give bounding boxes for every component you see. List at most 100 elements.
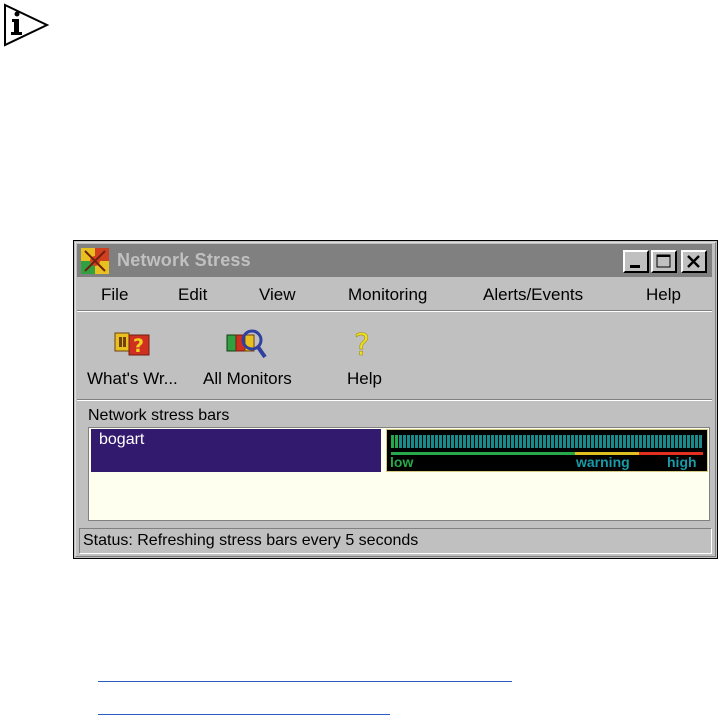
title-bar[interactable]: Network Stress [77, 244, 712, 277]
status-text: Status: Refreshing stress bars every 5 s… [83, 532, 419, 549]
menu-monitoring[interactable]: Monitoring [348, 285, 427, 305]
stress-tick [403, 435, 406, 448]
stress-tick [543, 435, 546, 448]
stress-tick [535, 435, 538, 448]
stress-tick [503, 435, 506, 448]
whats-wrong-label: What's Wr... [87, 369, 178, 388]
stress-tick [695, 435, 698, 448]
stress-bar-ticks [391, 435, 703, 448]
menu-edit[interactable]: Edit [178, 285, 207, 305]
stress-tick [523, 435, 526, 448]
stress-tick [431, 435, 434, 448]
stress-tick [651, 435, 654, 448]
stress-high-label: high [667, 454, 697, 470]
stress-tick [527, 435, 530, 448]
stress-tick [663, 435, 666, 448]
stress-tick [579, 435, 582, 448]
close-icon [687, 255, 700, 268]
stress-low-range [391, 452, 575, 455]
host-row[interactable]: bogart [91, 429, 381, 472]
stress-tick [459, 435, 462, 448]
menu-help[interactable]: Help [646, 285, 681, 305]
stress-tick [463, 435, 466, 448]
stress-warning-label: warning [576, 454, 630, 470]
stress-tick [427, 435, 430, 448]
network-stress-app-icon [81, 248, 109, 274]
stress-tick [539, 435, 542, 448]
stress-tick [675, 435, 678, 448]
stress-tick [591, 435, 594, 448]
stress-tick [667, 435, 670, 448]
svg-text:?: ? [133, 335, 144, 357]
stress-tick [571, 435, 574, 448]
stress-tick [475, 435, 478, 448]
stress-tick [415, 435, 418, 448]
stress-tick [479, 435, 482, 448]
stress-tick [551, 435, 554, 448]
stress-tick [407, 435, 410, 448]
menu-bar: File Edit View Monitoring Alerts/Events … [77, 281, 712, 309]
stress-tick [419, 435, 422, 448]
stress-bar: low warning high [386, 429, 708, 472]
stress-tick [511, 435, 514, 448]
stress-tick [467, 435, 470, 448]
stress-tick [487, 435, 490, 448]
stress-bars-section-label: Network stress bars [88, 407, 230, 424]
toolbar: ? What's Wr... All Monitors ? Help [77, 313, 712, 398]
whats-wrong-icon: ? [114, 332, 150, 357]
help-label: Help [347, 369, 382, 388]
stress-tick [699, 435, 702, 448]
stress-tick [623, 435, 626, 448]
link-line-2[interactable] [98, 714, 390, 715]
all-monitors-button[interactable]: All Monitors [203, 313, 309, 397]
stress-tick [507, 435, 510, 448]
stress-tick [435, 435, 438, 448]
info-icon [2, 3, 50, 47]
stress-tick [587, 435, 590, 448]
whats-wrong-button[interactable]: ? What's Wr... [87, 313, 199, 397]
host-name: bogart [99, 431, 145, 448]
stress-tick [443, 435, 446, 448]
minimize-button[interactable] [623, 250, 649, 273]
close-button[interactable] [681, 250, 707, 273]
menu-alerts-events[interactable]: Alerts/Events [483, 285, 583, 305]
stress-tick [499, 435, 502, 448]
stress-tick [519, 435, 522, 448]
stress-tick [671, 435, 674, 448]
stress-tick [491, 435, 494, 448]
stress-tick [495, 435, 498, 448]
stress-tick [631, 435, 634, 448]
stress-tick [627, 435, 630, 448]
stress-tick [619, 435, 622, 448]
stress-tick [583, 435, 586, 448]
stress-tick [555, 435, 558, 448]
stress-tick [647, 435, 650, 448]
stress-tick [639, 435, 642, 448]
link-line-1[interactable] [98, 681, 512, 682]
stress-tick [659, 435, 662, 448]
stress-tick [531, 435, 534, 448]
toolbar-separator [77, 399, 712, 401]
network-stress-window: Network Stress File Edit View Monitoring… [73, 240, 718, 559]
stress-tick [563, 435, 566, 448]
maximize-button[interactable] [651, 250, 677, 273]
stress-tick [395, 435, 398, 448]
maximize-icon [656, 254, 671, 268]
stress-tick [575, 435, 578, 448]
menu-separator [77, 310, 712, 312]
stress-tick [399, 435, 402, 448]
stress-low-label: low [390, 454, 414, 470]
menu-file[interactable]: File [101, 285, 128, 305]
all-monitors-icon [226, 329, 267, 359]
stress-tick [683, 435, 686, 448]
menu-view[interactable]: View [259, 285, 296, 305]
window-title: Network Stress [117, 250, 251, 270]
stress-tick [411, 435, 414, 448]
help-toolbar-button[interactable]: ? Help [339, 313, 389, 397]
stress-bars-panel[interactable]: bogart low warning high [88, 427, 710, 521]
stress-tick [607, 435, 610, 448]
stress-tick [615, 435, 618, 448]
stress-tick [455, 435, 458, 448]
stress-tick [603, 435, 606, 448]
stress-tick [679, 435, 682, 448]
